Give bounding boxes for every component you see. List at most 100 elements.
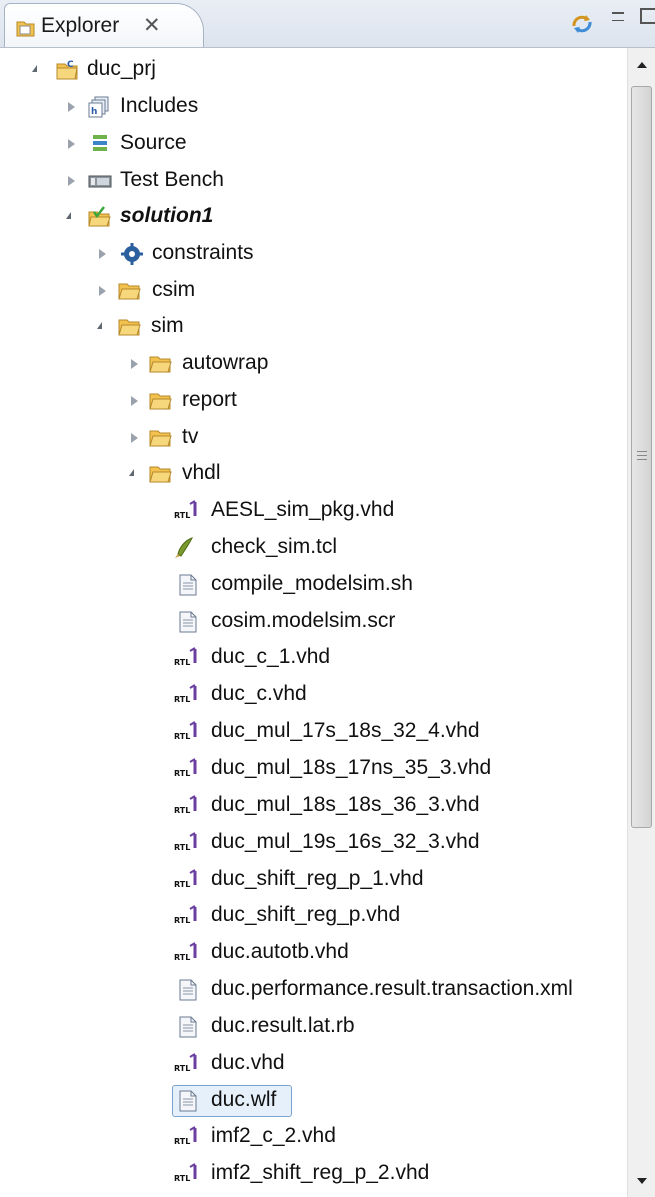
collapse-arrow-icon[interactable] <box>68 139 75 149</box>
file-item[interactable]: RTL AESL_sim_pkg.vhd <box>0 494 627 528</box>
settings-gear-icon <box>121 243 143 265</box>
file-label: duc_shift_reg_p_1.vhd <box>211 867 424 890</box>
tree-item-constraints[interactable]: constraints <box>0 237 627 271</box>
file-item[interactable]: compile_modelsim.sh <box>0 568 627 602</box>
rtl-badge: RTL <box>174 658 190 667</box>
file-item[interactable]: cosim.modelsim.scr <box>0 605 627 639</box>
maximize-icon[interactable] <box>640 8 655 24</box>
file-label: duc_mul_17s_18s_32_4.vhd <box>211 719 480 742</box>
file-label: AESL_sim_pkg.vhd <box>211 498 395 521</box>
rtl-icon: RTL <box>174 684 197 704</box>
rtl-badge: RTL <box>174 769 190 778</box>
rtl-badge: RTL <box>174 953 190 962</box>
rtl-icon: RTL <box>174 942 197 962</box>
text-file-icon <box>179 1090 197 1112</box>
folder-icon <box>149 430 172 447</box>
file-item[interactable]: RTL duc_shift_reg_p_1.vhd <box>0 863 627 897</box>
collapse-arrow-icon[interactable] <box>131 433 138 443</box>
file-item[interactable]: RTL duc.vhd <box>0 1047 627 1081</box>
folder-open-icon <box>149 466 172 483</box>
minimize-icon[interactable] <box>612 12 624 21</box>
file-item[interactable]: duc.wlf <box>0 1084 627 1118</box>
file-item[interactable]: RTL duc_c_1.vhd <box>0 641 627 675</box>
tree-item-autowrap[interactable]: autowrap <box>0 347 627 381</box>
file-item[interactable]: RTL duc_mul_19s_16s_32_3.vhd <box>0 826 627 860</box>
scrollbar-thumb[interactable] <box>631 86 652 828</box>
grip-icon <box>637 451 647 460</box>
folder-icon <box>149 393 172 410</box>
collapse-arrow-icon[interactable] <box>68 176 75 186</box>
file-item[interactable]: RTL imf2_shift_reg_p_2.vhd <box>0 1157 627 1191</box>
file-label: duc_shift_reg_p.vhd <box>211 903 401 926</box>
tree-item-tv[interactable]: tv <box>0 421 627 455</box>
expand-arrow-icon[interactable] <box>129 469 134 476</box>
tree-item-solution1[interactable]: solution1 <box>0 200 627 234</box>
tree-item-label: vhdl <box>182 461 221 484</box>
solution-folder-icon <box>88 206 111 227</box>
test-bench-icon <box>88 175 112 188</box>
file-label: duc_c.vhd <box>211 682 307 705</box>
collapse-arrow-icon[interactable] <box>99 286 106 296</box>
includes-icon: h <box>88 96 109 118</box>
rtl-icon: RTL <box>174 721 197 741</box>
tree-item-label: report <box>182 388 237 411</box>
file-label: imf2_c_2.vhd <box>211 1124 336 1147</box>
file-item[interactable]: duc.result.lat.rb <box>0 1010 627 1044</box>
file-item[interactable]: RTL imf2_c_2.vhd <box>0 1120 627 1154</box>
tree-item-test-bench[interactable]: Test Bench <box>0 164 627 198</box>
tree-item-sim[interactable]: sim <box>0 310 627 344</box>
tree-item-label: Test Bench <box>120 168 224 191</box>
tree-item-report[interactable]: report <box>0 384 627 418</box>
tab-title: Explorer <box>41 14 120 37</box>
tree-item-csim[interactable]: csim <box>0 274 627 308</box>
folder-icon <box>149 356 172 373</box>
file-item[interactable]: RTL duc_mul_18s_18s_36_3.vhd <box>0 789 627 823</box>
collapse-arrow-icon[interactable] <box>131 396 138 406</box>
rtl-badge: RTL <box>174 695 190 704</box>
file-item[interactable]: RTL duc_mul_17s_18s_32_4.vhd <box>0 715 627 749</box>
tree-item-label: sim <box>151 314 184 337</box>
tree-item-includes[interactable]: h Includes <box>0 90 627 124</box>
svg-text:C: C <box>67 60 74 70</box>
collapse-arrow-icon[interactable] <box>68 102 75 112</box>
text-file-icon <box>179 979 197 1001</box>
tree-item-vhdl[interactable]: vhdl <box>0 457 627 491</box>
source-icon <box>93 135 107 151</box>
rtl-icon: RTL <box>174 500 197 520</box>
file-item[interactable]: RTL duc.autotb.vhd <box>0 936 627 970</box>
file-label: duc.performance.result.transaction.xml <box>211 977 573 1000</box>
file-item[interactable]: check_sim.tcl <box>0 531 627 565</box>
scroll-down-arrow-icon[interactable] <box>637 1178 647 1184</box>
expand-arrow-icon[interactable] <box>97 322 102 329</box>
text-file-icon <box>179 1016 197 1038</box>
file-label: duc.vhd <box>211 1051 285 1074</box>
close-icon[interactable]: ✕ <box>143 13 161 38</box>
expand-arrow-icon[interactable] <box>66 212 71 219</box>
rtl-badge: RTL <box>174 843 190 852</box>
collapse-arrow-icon[interactable] <box>131 359 138 369</box>
collapse-arrow-icon[interactable] <box>99 249 106 259</box>
expand-arrow-icon[interactable] <box>32 65 37 72</box>
tree-item-source[interactable]: Source <box>0 127 627 161</box>
file-label: duc_c_1.vhd <box>211 645 331 668</box>
vertical-scrollbar[interactable] <box>627 48 655 1197</box>
text-file-icon <box>179 574 197 596</box>
file-item[interactable]: RTL duc_c.vhd <box>0 678 627 712</box>
file-label: duc.result.lat.rb <box>211 1014 355 1037</box>
rtl-badge: RTL <box>174 1064 190 1073</box>
file-item[interactable]: RTL duc_mul_18s_17ns_35_3.vhd <box>0 752 627 786</box>
file-item[interactable]: duc.performance.result.transaction.xml <box>0 973 627 1007</box>
scroll-up-arrow-icon[interactable] <box>637 62 647 68</box>
folder-open-icon <box>118 319 141 336</box>
folder-icon <box>118 283 141 300</box>
rtl-badge: RTL <box>174 916 190 925</box>
file-label: duc_mul_18s_18s_36_3.vhd <box>211 793 480 816</box>
file-item[interactable]: RTL duc_shift_reg_p.vhd <box>0 899 627 933</box>
rtl-badge: RTL <box>174 806 190 815</box>
file-label: duc_mul_18s_17ns_35_3.vhd <box>211 756 492 779</box>
link-with-editor-icon[interactable] <box>570 12 594 36</box>
tree-item-label: Includes <box>120 94 199 117</box>
rtl-icon: RTL <box>174 647 197 667</box>
explorer-tab[interactable]: Explorer ✕ <box>4 3 204 47</box>
tree-item-duc-prj[interactable]: C duc_prj <box>0 53 627 87</box>
